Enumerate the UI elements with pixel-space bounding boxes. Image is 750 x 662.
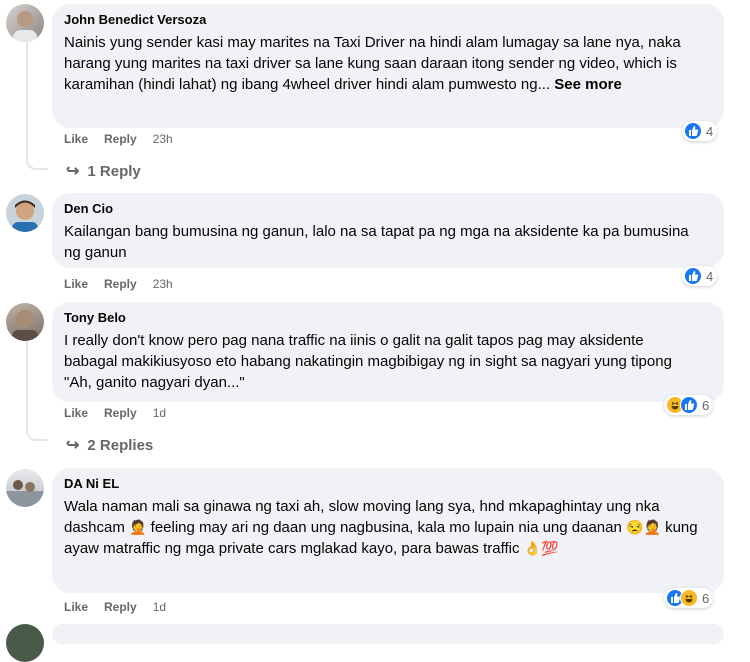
like-reaction-icon: [680, 396, 698, 414]
facepalm-emoji-icon: 🤦: [129, 519, 147, 535]
avatar[interactable]: [6, 4, 44, 42]
comment-timestamp[interactable]: 1d: [153, 600, 166, 614]
reply-button[interactable]: Reply: [104, 277, 137, 291]
comment-timestamp[interactable]: 23h: [153, 132, 173, 146]
comment-body-part: feeling may ari ng daan ung nagbusina, k…: [150, 519, 622, 536]
comment-author[interactable]: DA Ni EL: [64, 476, 712, 492]
like-button[interactable]: Like: [64, 277, 88, 291]
comment-timestamp[interactable]: 1d: [153, 406, 166, 420]
thread-line: [26, 341, 48, 441]
comment-bubble: DA Ni EL Wala naman mali sa ginawa ng ta…: [52, 468, 724, 593]
unamused-facepalm-emoji-icon: 😒🤦: [626, 519, 661, 535]
reply-button[interactable]: Reply: [104, 132, 137, 146]
like-reaction-icon: [684, 122, 702, 140]
comment-timestamp[interactable]: 23h: [153, 277, 173, 291]
avatar[interactable]: [6, 624, 44, 662]
replies-label: 1 Reply: [87, 162, 141, 180]
comment-text: Nainis yung sender kasi may marites na T…: [64, 32, 684, 95]
comment-text: I really don't know pero pag nana traffi…: [64, 332, 672, 391]
reaction-summary[interactable]: 6: [664, 588, 714, 608]
like-button[interactable]: Like: [64, 406, 88, 420]
comment-bubble: Tony Belo I really don't know pero pag n…: [52, 302, 724, 402]
like-button[interactable]: Like: [64, 600, 88, 614]
reply-button[interactable]: Reply: [104, 600, 137, 614]
avatar[interactable]: [6, 303, 44, 341]
reaction-count: 6: [702, 590, 710, 606]
avatar[interactable]: [6, 469, 44, 507]
comment-actions: Like Reply 1d: [64, 600, 166, 614]
reply-arrow-icon: ↪: [66, 437, 80, 454]
reply-button[interactable]: Reply: [104, 406, 137, 420]
comment-author[interactable]: Tony Belo: [64, 310, 712, 326]
haha-reaction-icon: [680, 589, 698, 607]
avatar[interactable]: [6, 194, 44, 232]
replies-label: 2 Replies: [87, 436, 154, 454]
reaction-count: 6: [702, 397, 710, 413]
comment-author[interactable]: John Benedict Versoza: [64, 12, 712, 28]
comment-bubble: [52, 624, 724, 644]
see-more-link[interactable]: See more: [554, 76, 622, 93]
comment-actions: Like Reply 23h: [64, 132, 173, 146]
comment-text: Wala naman mali sa ginawa ng taxi ah, sl…: [64, 496, 704, 559]
comment-text: Kailangan bang bumusina ng ganun, lalo n…: [64, 223, 689, 261]
view-replies-button[interactable]: ↪ 2 Replies: [66, 435, 153, 455]
thread-line: [26, 42, 48, 170]
comment-actions: Like Reply 23h: [64, 277, 173, 291]
like-button[interactable]: Like: [64, 132, 88, 146]
reaction-summary[interactable]: 4: [682, 266, 718, 286]
comment-actions: Like Reply 1d: [64, 406, 166, 420]
ok-hundred-emoji-icon: 👌💯: [523, 540, 559, 556]
reaction-count: 4: [706, 268, 714, 284]
comment-bubble: Den Cio Kailangan bang bumusina ng ganun…: [52, 193, 724, 268]
reaction-summary[interactable]: 4: [682, 121, 718, 141]
like-reaction-icon: [684, 267, 702, 285]
comment-bubble: John Benedict Versoza Nainis yung sender…: [52, 4, 724, 128]
reaction-summary[interactable]: 6: [664, 395, 714, 415]
view-replies-button[interactable]: ↪ 1 Reply: [66, 161, 141, 181]
reply-arrow-icon: ↪: [66, 163, 80, 180]
comment-author[interactable]: Den Cio: [64, 201, 712, 217]
reaction-count: 4: [706, 123, 714, 139]
